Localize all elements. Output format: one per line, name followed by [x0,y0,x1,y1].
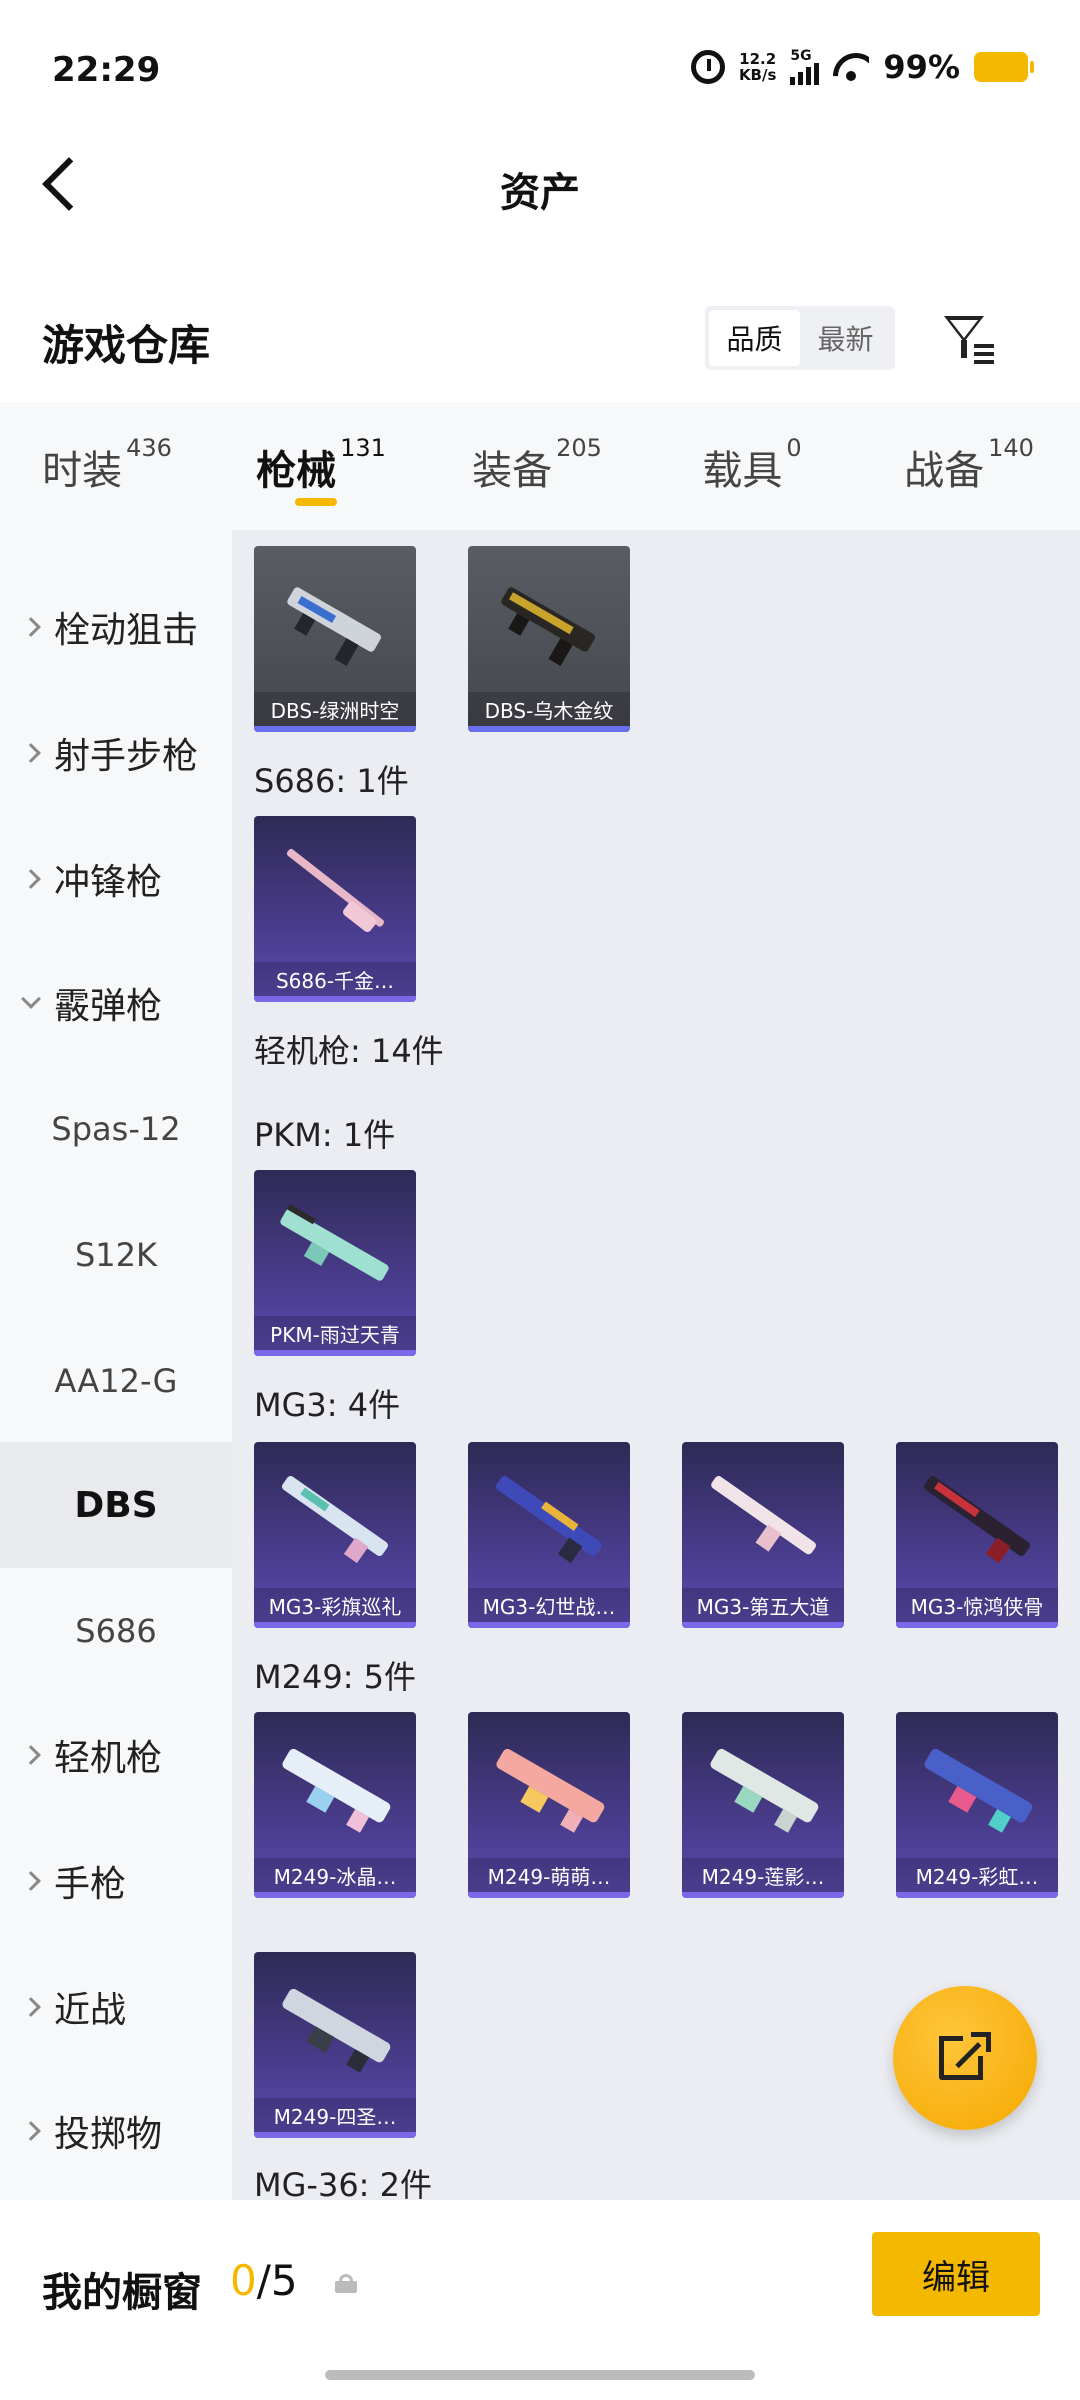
page-title: 资产 [500,170,580,216]
sidebar-item-dbs[interactable]: DBS [0,1442,232,1568]
wifi-icon [833,53,869,81]
status-icons: 12.2 KB/s 5G 99% [690,48,1034,86]
weapon-card-name: M249-四圣… [254,2098,416,2132]
weapon-card[interactable]: MG3-幻世战… [468,1442,630,1628]
mg3-skin-image [711,1476,816,1555]
weapon-card-name: S686-千金… [254,962,416,996]
weapon-card[interactable]: DBS-绿洲时空 [254,546,416,732]
sidebar-item-aa12g[interactable]: AA12-G [0,1318,232,1444]
weapon-card-name: MG3-幻世战… [468,1588,630,1622]
showcase-bar: 我的橱窗 0/5 编辑 [0,2200,1080,2400]
group-label-m249: M249: 5件 [254,1658,417,1696]
m249-skin-image [282,1988,391,2073]
filter-icon[interactable] [940,310,1000,366]
chevron-right-icon [21,1745,41,1765]
edit-button[interactable]: 编辑 [872,2232,1040,2316]
dbs-skin-image [287,587,381,666]
weapon-card[interactable]: MG3-彩旗巡礼 [254,1442,416,1628]
weapon-card-name: M249-萌萌… [468,1858,630,1892]
weapon-grid: DBS-绿洲时空 DBS-乌木金纹 S686: 1件 S686-千金… 轻机枪:… [232,530,1080,2200]
weapon-card-name: M249-彩虹… [896,1858,1058,1892]
sidebar-item-melee[interactable]: 近战 [0,1944,232,2070]
pkm-skin-image [280,1204,389,1281]
chevron-right-icon [21,743,41,763]
weapon-card[interactable]: MG3-第五大道 [682,1442,844,1628]
group-label-mg36: MG-36: 2件 [254,2166,432,2200]
m249-skin-image [924,1748,1033,1833]
weapon-card[interactable]: M249-彩虹… [896,1712,1058,1898]
lock-icon [335,2274,357,2293]
weapon-card-name: DBS-乌木金纹 [468,692,630,726]
m249-skin-image [282,1748,391,1833]
weapon-card[interactable]: M249-萌萌… [468,1712,630,1898]
sidebar-item-lmg[interactable]: 轻机枪 [0,1692,232,1818]
sidebar-item-smg[interactable]: 冲锋枪 [0,816,232,942]
weapon-card[interactable]: S686-千金… [254,816,416,1002]
net-speed: 12.2 KB/s [738,50,777,84]
tab-guns[interactable]: 枪械 131 [214,402,428,530]
weapon-card[interactable]: PKM-雨过天青 [254,1170,416,1356]
battery-percent: 99% [883,48,960,86]
chevron-right-icon [21,1871,41,1891]
mg3-skin-image [496,1476,602,1564]
weapon-card-name: M249-冰晶… [254,1858,416,1892]
sidebar-item-spas12[interactable]: Spas-12 [0,1066,232,1192]
weapon-card-name: MG3-第五大道 [682,1588,844,1622]
section-title: 游戏仓库 [42,321,211,370]
weapon-type-sidebar: 栓动狙击 射手步枪 冲锋枪 霰弹枪 Spas-12 S12K AA12-G DB… [0,530,232,2200]
mg3-skin-image [282,1476,388,1564]
m249-skin-image [496,1748,605,1833]
tab-fashion[interactable]: 时装 436 [0,402,214,530]
sidebar-item-s12k[interactable]: S12K [0,1192,232,1318]
tab-supplies[interactable]: 战备 140 [858,402,1080,530]
showcase-label: 我的橱窗 [42,2270,202,2316]
weapon-card[interactable]: M249-莲影… [682,1712,844,1898]
status-time: 22:29 [52,50,161,90]
showcase-count: 0/5 [230,2256,298,2305]
dbs-skin-image [501,587,595,666]
sidebar-item-s686[interactable]: S686 [0,1568,232,1694]
s686-skin-image [286,848,384,933]
sidebar-item-shotgun[interactable]: 霰弹枪 [0,940,232,1066]
weapon-card-name: PKM-雨过天青 [254,1316,416,1350]
group-label-s686: S686: 1件 [254,762,409,800]
tab-equipment[interactable]: 装备 205 [428,402,646,530]
alarm-icon [690,50,725,84]
weapon-card-name: M249-莲影… [682,1858,844,1892]
category-tabs: 时装 436 枪械 131 装备 205 载具 0 战备 140 [0,402,1080,530]
weapon-card[interactable]: M249-冰晶… [254,1712,416,1898]
status-bar: 22:29 12.2 KB/s 5G 99% [0,0,1080,140]
chevron-down-icon [21,989,41,1009]
weapon-card-name: DBS-绿洲时空 [254,692,416,726]
sort-newest-button[interactable]: 最新 [800,310,891,366]
signal-icon: 5G [790,49,820,85]
weapon-card[interactable]: M249-四圣… [254,1952,416,2138]
weapon-card[interactable]: DBS-乌木金纹 [468,546,630,732]
chevron-right-icon [21,2121,41,2141]
sidebar-item-dmr[interactable]: 射手步枪 [0,690,232,816]
group-label-pkm: PKM: 1件 [254,1116,396,1154]
group-label-lmg: 轻机枪: 14件 [254,1032,444,1070]
sort-quality-button[interactable]: 品质 [709,310,800,366]
chevron-right-icon [21,1997,41,2017]
home-indicator[interactable] [325,2370,755,2380]
sidebar-item-throwable[interactable]: 投掷物 [0,2068,232,2194]
weapon-card[interactable]: MG3-惊鸿侠骨 [896,1442,1058,1628]
share-button[interactable] [893,1986,1037,2130]
chevron-right-icon [21,617,41,637]
m249-skin-image [710,1748,819,1833]
chevron-right-icon [21,869,41,889]
weapon-card-name: MG3-彩旗巡礼 [254,1588,416,1622]
mg3-skin-image [924,1476,1030,1564]
weapon-card-name: MG3-惊鸿侠骨 [896,1588,1058,1622]
tab-vehicles[interactable]: 载具 0 [646,402,858,530]
sidebar-item-bolt-sniper[interactable]: 栓动狙击 [0,564,232,690]
sort-toggle: 品质 最新 [705,306,895,370]
battery-icon [974,52,1034,82]
group-label-mg3: MG3: 4件 [254,1386,401,1424]
sidebar-item-pistol[interactable]: 手枪 [0,1818,232,1944]
